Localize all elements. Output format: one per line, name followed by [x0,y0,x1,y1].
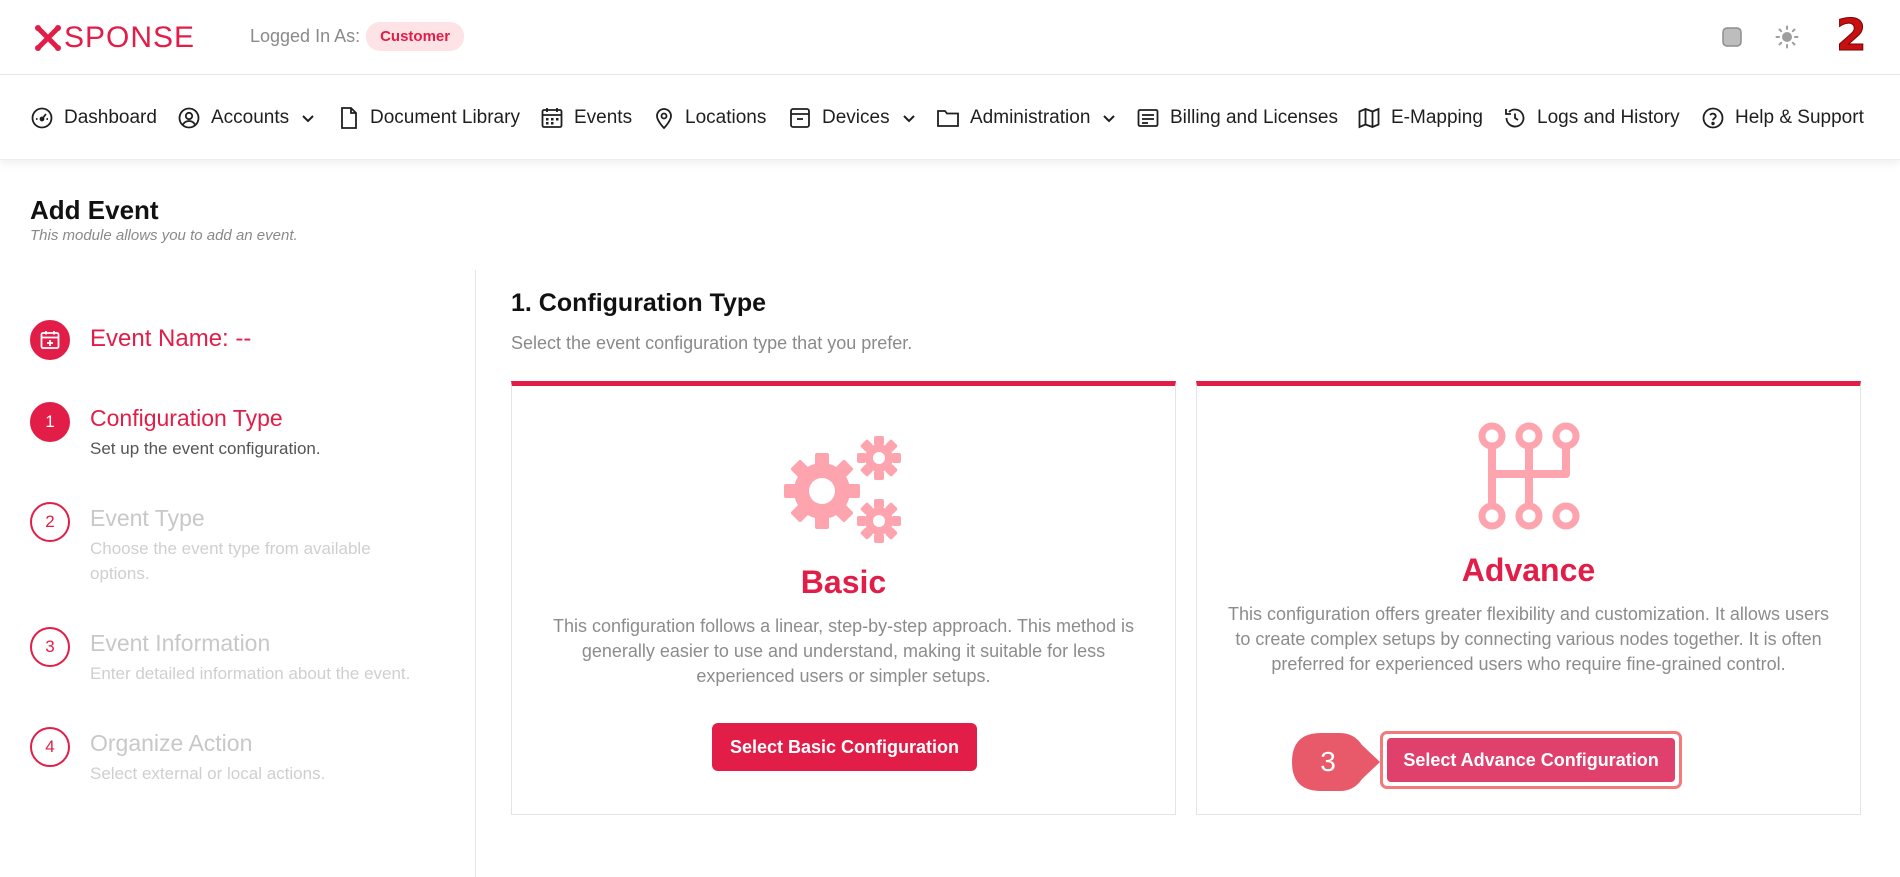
logo-text: SPONSE [64,21,196,54]
advance-description: This configuration offers greater flexib… [1228,604,1829,674]
basic-config-card: Basic This configuration follows a linea… [511,381,1176,815]
page-subtitle: This module allows you to add an event. [30,227,298,244]
event-name-label: Event Name: -- [90,325,252,352]
nav-label: E-Mapping [1391,107,1483,128]
nav-devices[interactable]: Devices [788,76,916,160]
theme-toggle-button[interactable] [1774,24,1800,50]
nav-administration[interactable]: Administration [936,76,1116,160]
step-configuration-type[interactable]: 1 Configuration Type Set up the event co… [30,402,420,461]
logged-in-label: Logged In As: [250,26,361,46]
step-number: 4 [30,727,70,767]
nav-label: Locations [685,107,767,128]
step-description: Select external or local actions. [90,764,326,783]
step-title: Event Information [90,630,271,656]
page-title: Add Event [30,195,159,225]
calendar-plus-icon [30,320,70,360]
help-circle-icon [1702,107,1724,129]
step-number: 3 [30,627,70,667]
chevron-down-icon [902,115,915,123]
nav-document-library[interactable]: Document Library [338,76,520,160]
folder-icon [937,110,959,127]
basic-description: This configuration follows a linear, ste… [553,616,1134,686]
calendar-icon [541,108,563,128]
nav-label: Events [574,107,633,128]
nav-logs-and-history[interactable]: Logs and History [1503,76,1680,160]
step-organize-action[interactable]: 4 Organize Action Select external or loc… [30,727,420,786]
step-number: 2 [30,502,70,542]
basic-title: Basic [800,564,887,600]
map-icon [1358,107,1380,129]
step-event-information[interactable]: 3 Event Information Enter detailed infor… [30,627,420,686]
logo-mark-icon [35,25,61,51]
sun-icon [1775,25,1799,49]
nav-billing-and-licenses[interactable]: Billing and Licenses [1136,76,1338,160]
nav-label: Devices [822,107,890,128]
nav-dashboard[interactable]: Dashboard [30,76,157,160]
event-stepper: Event Name: -- 1 Configuration Type Set … [0,270,476,877]
role-badge: Customer [366,22,465,51]
advance-title: Advance [1461,552,1596,588]
nav-label: Help & Support [1735,107,1864,128]
nav-events[interactable]: Events [540,76,632,160]
gears-icon [784,436,901,543]
step-title: Organize Action [90,730,253,756]
nav-help-and-support[interactable]: Help & Support [1701,76,1864,160]
nodes-icon [1478,422,1580,530]
fullscreen-button[interactable] [1719,24,1745,50]
step-event-name: Event Name: -- [30,320,251,360]
document-icon [341,107,357,129]
receipt-icon [1137,109,1159,127]
nav-label: Accounts [211,107,290,128]
chevron-down-icon [302,115,314,123]
chevron-down-icon [1103,115,1116,123]
nav-label: Administration [970,107,1091,128]
history-icon [1505,108,1525,128]
step-number: 1 [30,402,70,442]
device-icon [790,108,810,128]
nav-accounts[interactable]: Accounts [177,76,315,160]
main-nav: Dashboard Accounts Document Library Even… [0,76,1900,160]
step-marker-number: 3 [1320,746,1336,777]
top-header: SPONSE Logged In As: Customer 2 [0,0,1900,75]
select-advance-configuration-button[interactable]: Select Advance Configuration [1387,738,1675,782]
section-title: 1. Configuration Type [511,289,767,317]
step-title: Event Type [90,505,205,531]
step-description: Set up the event configuration. [90,439,321,458]
section-subtitle: Select the event configuration type that… [511,333,913,353]
nav-label: Logs and History [1537,107,1680,128]
fullscreen-icon [1722,27,1742,47]
step-description: Choose the event type from available opt… [90,539,371,583]
notification-count[interactable]: 2 [1836,10,1868,62]
location-pin-icon [656,108,672,130]
nav-label: Dashboard [64,107,157,128]
nav-locations[interactable]: Locations [653,76,766,160]
step-title: Configuration Type [90,405,283,431]
nav-label: Billing and Licenses [1170,107,1338,128]
step-event-type[interactable]: 2 Event Type Choose the event type from … [30,502,420,586]
select-basic-configuration-button[interactable]: Select Basic Configuration [712,723,977,771]
step-description: Enter detailed information about the eve… [90,664,411,683]
user-circle-icon [178,107,200,129]
logged-in-info: Logged In As: Customer [250,22,465,51]
gauge-icon [31,107,53,129]
nav-label: Document Library [370,107,520,128]
logo[interactable]: SPONSE [34,20,195,56]
nav-e-mapping[interactable]: E-Mapping [1357,76,1483,160]
